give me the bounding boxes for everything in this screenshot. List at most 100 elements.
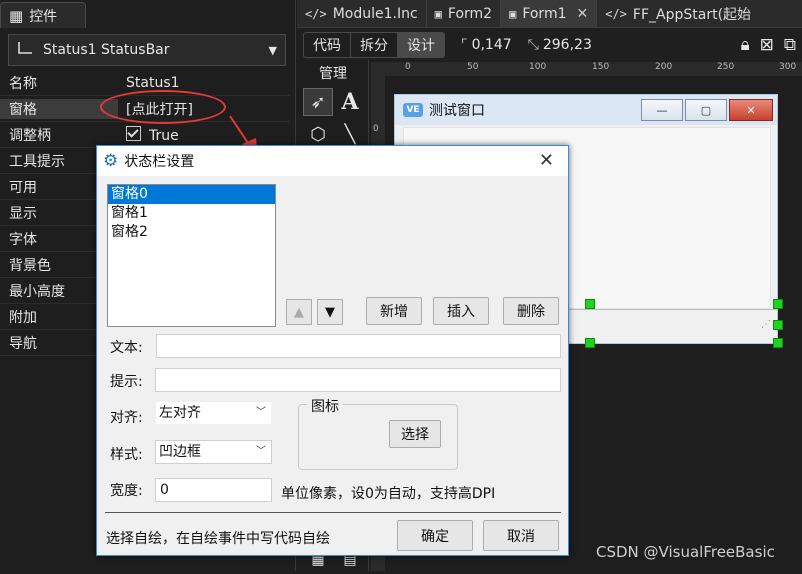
design-form-title: 测试窗口	[429, 103, 485, 119]
ruler-tick: 50	[467, 62, 479, 72]
width-label: 宽度:	[110, 483, 143, 499]
ruler-tick: 250	[717, 62, 735, 72]
tip-field[interactable]	[155, 368, 561, 392]
add-pane-button[interactable]: 新增	[366, 297, 422, 325]
move-up-button[interactable]: ▲	[286, 299, 312, 325]
clear-selection-icon[interactable]: ⊠	[760, 35, 774, 55]
tab-label: Module1.Inc	[332, 6, 418, 22]
checkbox-checked-icon[interactable]	[126, 125, 141, 141]
ruler-tick: 300	[779, 62, 797, 72]
text-label: 文本:	[110, 340, 143, 356]
position-value: 0,147	[471, 37, 512, 53]
grid-icon: ▦	[9, 6, 24, 25]
select-icon-button[interactable]: 选择	[389, 420, 441, 448]
statusbar-settings-dialog: ⚙ 状态栏设置 ✕ 窗格0 窗格1 窗格2 ▲ ▼ 新增 插入 删除 文本: 提…	[96, 145, 569, 556]
align-select-value: 左对齐	[159, 405, 201, 421]
label-tool-icon[interactable]: A	[335, 88, 365, 116]
resize-handle[interactable]	[585, 338, 595, 348]
resize-handle[interactable]	[773, 338, 783, 348]
close-icon[interactable]: ✕	[539, 150, 554, 171]
property-name: 调整柄	[9, 127, 51, 144]
divider	[105, 512, 561, 513]
line-tool-icon[interactable]: ╲	[335, 120, 365, 148]
split-view-button[interactable]: 拆分	[351, 33, 398, 57]
close-icon[interactable]: ✕	[577, 6, 589, 22]
statusbar-icon	[17, 41, 33, 59]
controls-tab[interactable]: ▦ 控件	[0, 2, 86, 28]
ruler-tick: 100	[529, 62, 547, 72]
ruler-tick: 200	[655, 62, 673, 72]
list-item[interactable]: 窗格1	[108, 204, 275, 223]
chevron-down-icon: ﹀	[256, 446, 266, 457]
design-view-button[interactable]: 设计	[398, 33, 444, 57]
pointer-tool-icon[interactable]: ➶	[303, 88, 333, 116]
property-value[interactable]: Status1	[118, 75, 290, 91]
style-label: 样式:	[110, 447, 143, 463]
chevron-down-icon: ﹀	[256, 407, 266, 418]
document-tabs: </> Module1.Inc ▣ Form2 ▣ Form1 ✕ </> FF_AppS…	[297, 0, 802, 28]
list-item[interactable]: 窗格2	[108, 223, 275, 242]
resize-icon: ⤡	[527, 37, 539, 53]
property-value-text: True	[149, 127, 179, 144]
style-select-value: 凹边框	[159, 444, 201, 460]
align-label: 对齐:	[110, 410, 143, 426]
insert-pane-button[interactable]: 插入	[433, 297, 489, 325]
control-selector[interactable]: Status1 StatusBar ▼	[8, 34, 286, 66]
ruler-tick: 0	[373, 124, 379, 134]
tab-form2[interactable]: ▣ Form2	[427, 0, 502, 28]
form-icon: ▣	[434, 7, 442, 21]
text-field[interactable]	[156, 334, 561, 358]
tip-label: 提示:	[110, 374, 143, 390]
size-grip-icon: ⋰	[761, 319, 771, 330]
chevron-down-icon: ▼	[268, 43, 277, 57]
dialog-title: 状态栏设置	[124, 154, 195, 170]
tab-form1[interactable]: ▣ Form1 ✕	[501, 0, 598, 28]
code-icon: </>	[605, 7, 627, 21]
tab-label: Form2	[447, 6, 493, 22]
cancel-button[interactable]: 取消	[483, 520, 559, 551]
lock-icon[interactable]: 🔒︎	[741, 35, 750, 55]
code-view-button[interactable]: 代码	[304, 33, 351, 57]
minimize-icon: —	[641, 99, 683, 121]
tab-label: Form1	[522, 6, 567, 22]
width-field[interactable]: 0	[155, 478, 272, 502]
maximize-icon: ▢	[685, 99, 727, 121]
ruler-tick: 0	[405, 62, 411, 72]
resize-handle[interactable]	[773, 299, 783, 309]
position-readout: ⌜ 0,147	[461, 37, 512, 53]
size-value: 296,23	[542, 37, 592, 53]
window-close-icon: ✕	[729, 99, 773, 121]
shape-tool-icon[interactable]: ⬡	[303, 120, 333, 148]
tab-module1[interactable]: </> Module1.Inc	[297, 0, 427, 28]
list-item[interactable]: 窗格0	[108, 185, 275, 204]
watermark: CSDN @VisualFreeBasic	[596, 543, 775, 561]
width-hint: 单位像素，设0为自动，支持高DPI	[281, 486, 496, 502]
designer-toolbar: 代码 拆分 设计 ⌜ 0,147 ⤡ 296,23 🔒︎ ⊠ ⧉	[297, 30, 802, 60]
control-selector-value: Status1 StatusBar	[43, 42, 170, 58]
app-logo-icon: VE	[403, 103, 423, 117]
ok-button[interactable]: 确定	[397, 520, 473, 551]
tab-ff-appstart[interactable]: </> FF_AppStart(起始	[597, 0, 759, 28]
toolbox-title: 管理	[319, 66, 347, 82]
ruler-tick: 150	[592, 62, 610, 72]
style-select[interactable]: 凹边框 ﹀	[155, 440, 272, 464]
horizontal-ruler: 0 50 100 150 200 250 300	[371, 62, 802, 76]
position-icon: ⌜	[461, 37, 468, 53]
toolbar-icons: 🔒︎ ⊠ ⧉	[741, 35, 802, 55]
move-down-button[interactable]: ▼	[317, 299, 343, 325]
form-icon: ▣	[509, 7, 517, 21]
gear-icon: ⚙	[103, 151, 119, 171]
pane-list[interactable]: 窗格0 窗格1 窗格2	[107, 184, 276, 327]
resize-handle[interactable]	[773, 320, 783, 330]
tab-label: FF_AppStart(起始	[632, 7, 752, 23]
resize-handle[interactable]	[585, 299, 595, 309]
icon-group-label: 图标	[307, 396, 343, 416]
annotation-ellipse	[100, 90, 226, 124]
controls-tab-label: 控件	[29, 8, 58, 25]
footer-note: 选择自绘，在自绘事件中写代码自绘	[106, 531, 330, 547]
size-readout: ⤡ 296,23	[528, 37, 592, 53]
code-icon: </>	[305, 7, 327, 21]
delete-pane-button[interactable]: 删除	[503, 297, 559, 325]
align-select[interactable]: 左对齐 ﹀	[155, 401, 272, 425]
copy-icon[interactable]: ⧉	[784, 35, 796, 55]
